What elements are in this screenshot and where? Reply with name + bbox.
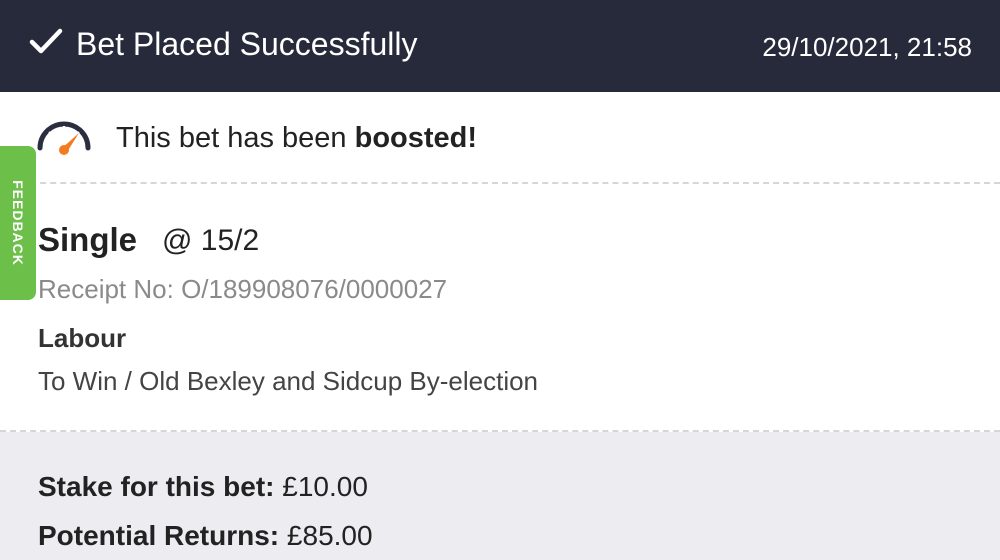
confirmation-header: Bet Placed Successfully 29/10/2021, 21:5…: [0, 0, 1000, 92]
bet-odds: @ 15/2: [162, 224, 260, 257]
returns-label: Potential Returns:: [38, 520, 280, 551]
header-title: Bet Placed Successfully: [76, 26, 418, 62]
boost-message-emphasis: boosted!: [354, 122, 478, 154]
bet-details: Single @ 15/2 Receipt No: O/189908076/00…: [0, 184, 1000, 430]
bet-timestamp: 29/10/2021, 21:58: [762, 32, 972, 62]
bet-summary: Stake for this bet: £10.00 Potential Ret…: [0, 432, 1000, 560]
bet-type: Single: [38, 221, 138, 258]
receipt-number: Receipt No: O/189908076/0000027: [38, 274, 448, 304]
boost-notice: This bet has been boosted!: [0, 92, 1000, 182]
feedback-tab[interactable]: FEEDBACK: [0, 146, 36, 300]
boost-message-prefix: This bet has been: [116, 122, 355, 154]
feedback-label: FEEDBACK: [10, 180, 26, 266]
market-name: To Win / Old Bexley and Sidcup By-electi…: [38, 366, 539, 396]
speedometer-icon: [37, 121, 91, 155]
selection-name: Labour: [38, 323, 127, 353]
stake-value: £10.00: [282, 471, 368, 502]
returns-value: £85.00: [286, 520, 373, 551]
stake-row: Stake for this bet: £10.00: [38, 469, 368, 505]
boost-message: This bet has been boosted!: [116, 120, 477, 156]
checkmark-icon: [29, 28, 63, 54]
returns-row: Potential Returns: £85.00: [38, 518, 373, 554]
stake-label: Stake for this bet:: [38, 471, 275, 502]
